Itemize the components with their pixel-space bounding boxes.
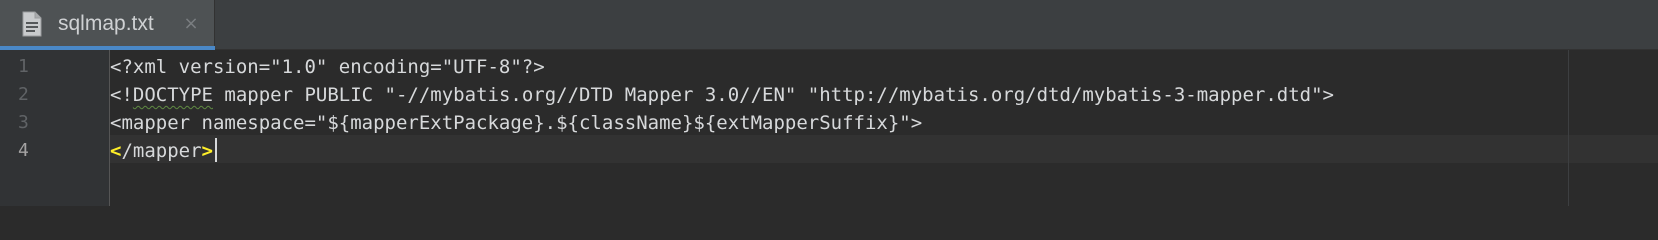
line-number-gutter: 1 2 3 4 — [0, 50, 110, 206]
ide-window: sqlmap.txt × 1 2 3 4 <?xml version="1.0"… — [0, 0, 1658, 206]
code-text: <! — [110, 84, 133, 106]
code-line-2[interactable]: <!DOCTYPE mapper PUBLIC "-//mybatis.org/… — [110, 81, 1334, 109]
right-margin-guide — [1568, 50, 1569, 206]
matched-bracket-close: > — [201, 140, 213, 162]
code-text: <mapper namespace="${mapperExtPackage}.$… — [110, 112, 923, 134]
matched-bracket-open: < — [110, 140, 122, 162]
line-number: 1 — [18, 56, 29, 77]
code-editor[interactable]: 1 2 3 4 <?xml version="1.0" encoding="UT… — [0, 50, 1658, 206]
code-line-4[interactable]: </mapper> — [110, 137, 217, 165]
tab-filename: sqlmap.txt — [58, 12, 154, 35]
line-number: 2 — [18, 84, 29, 105]
line-number-current: 4 — [18, 140, 29, 161]
code-text: /mapper — [121, 140, 202, 162]
current-line-highlight — [110, 135, 1658, 163]
text-file-icon — [22, 11, 42, 37]
text-caret — [214, 138, 217, 162]
code-line-3[interactable]: <mapper namespace="${mapperExtPackage}.$… — [110, 109, 922, 137]
code-text: <?xml version="1.0" encoding="UTF-8"?> — [110, 56, 545, 78]
close-icon[interactable]: × — [182, 11, 200, 37]
code-line-1[interactable]: <?xml version="1.0" encoding="UTF-8"?> — [110, 53, 545, 81]
editor-tab-bar: sqlmap.txt × — [0, 0, 1658, 50]
spelling-warning-word: DOCTYPE — [132, 84, 213, 106]
line-number: 3 — [18, 112, 29, 133]
code-text: mapper PUBLIC "-//mybatis.org//DTD Mappe… — [212, 84, 1334, 106]
file-tab-sqlmap[interactable]: sqlmap.txt × — [0, 0, 215, 50]
